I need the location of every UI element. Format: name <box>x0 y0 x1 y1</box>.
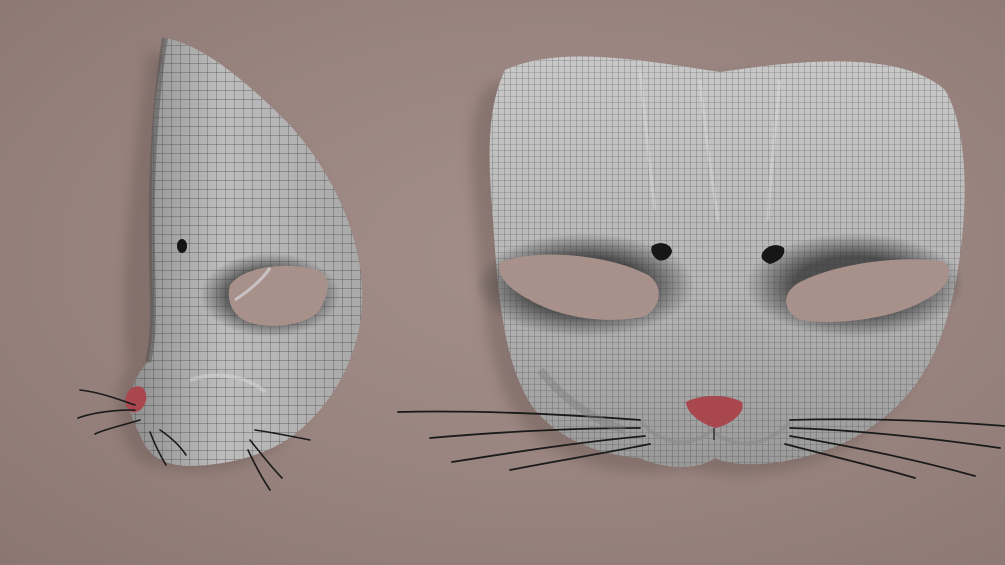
mask-side-view <box>77 37 363 491</box>
render-scene <box>0 0 1005 565</box>
mask-side-wireframe <box>129 38 363 466</box>
side-brow-dot <box>177 239 187 253</box>
render-canvas <box>77 37 1005 491</box>
mask-front-view <box>397 56 1005 479</box>
